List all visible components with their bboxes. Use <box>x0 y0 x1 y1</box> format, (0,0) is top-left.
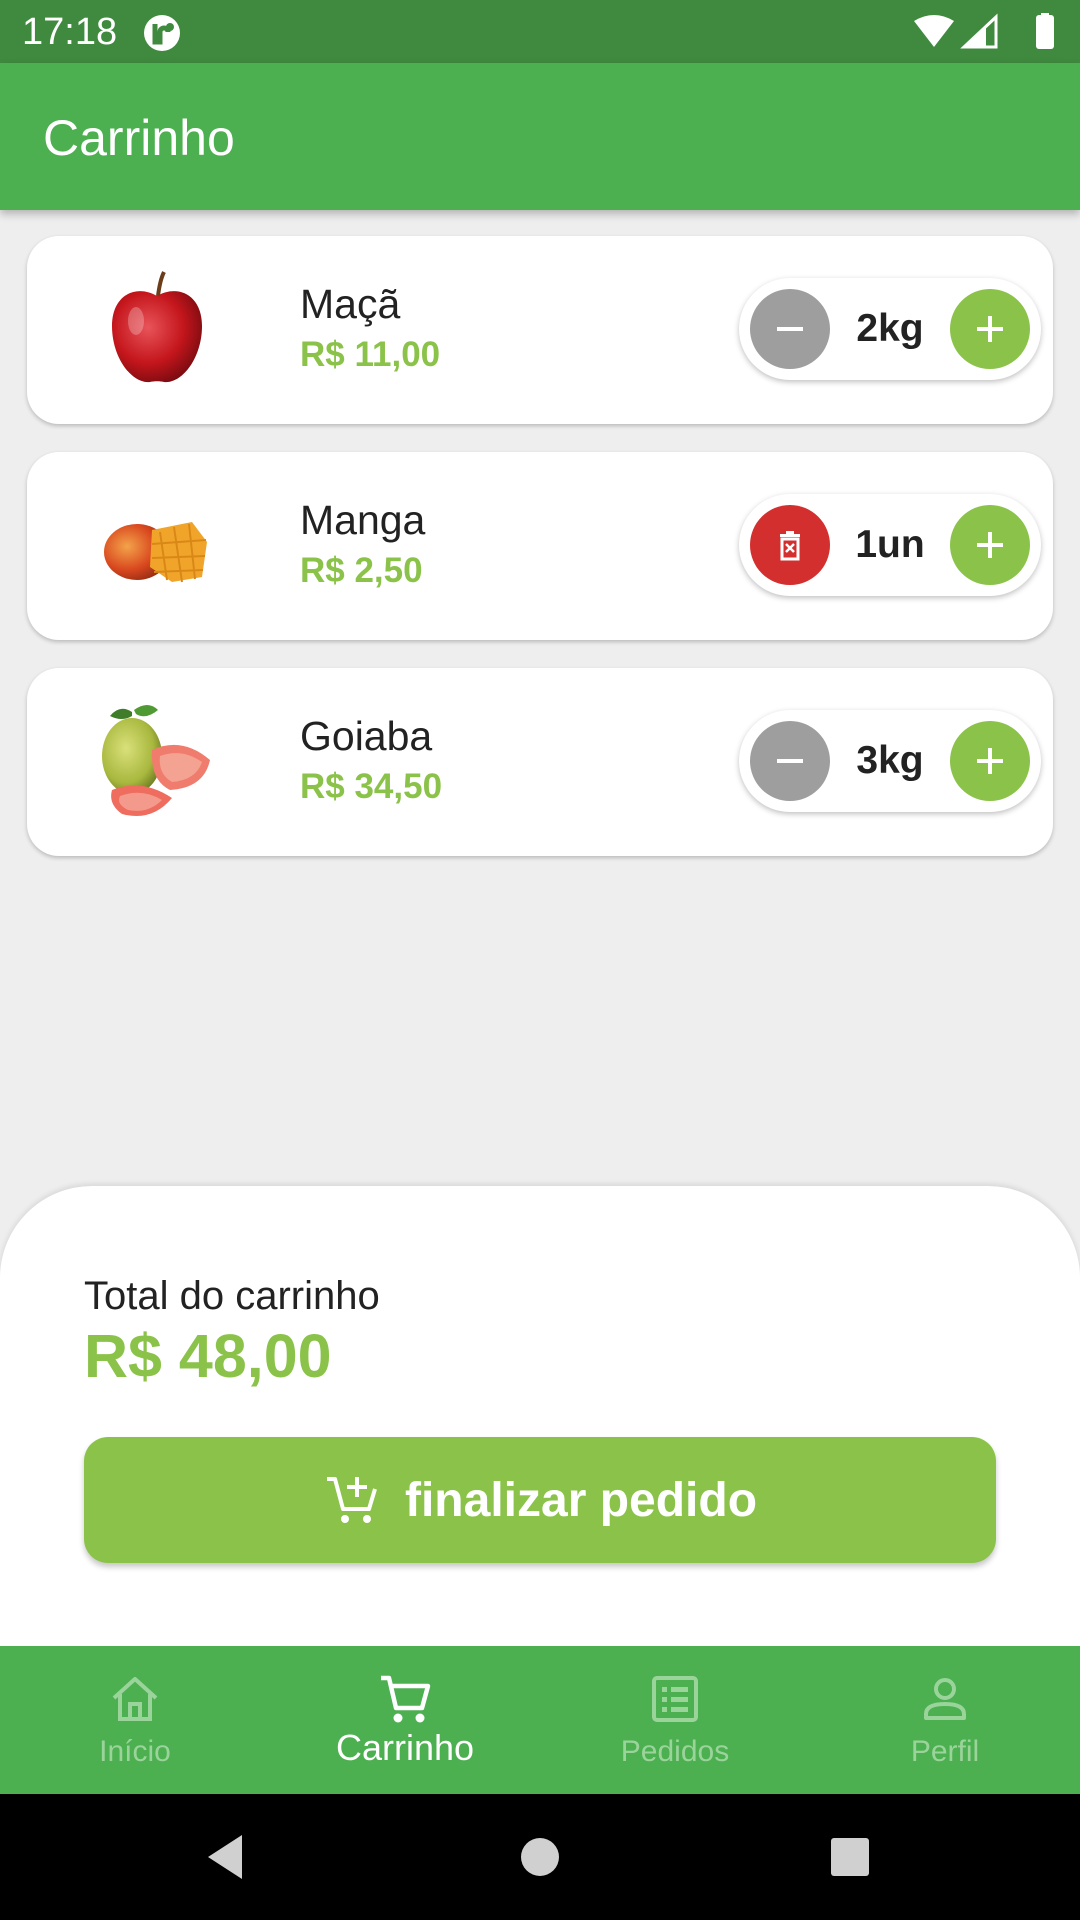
increment-button[interactable] <box>950 721 1030 801</box>
quantity-value: 1un <box>855 523 925 566</box>
guava-image <box>102 705 210 816</box>
item-price: R$ 2,50 <box>300 551 423 590</box>
nav-item-inicio[interactable]: Início <box>0 1646 270 1794</box>
minus-icon <box>777 759 803 763</box>
increment-button[interactable] <box>950 289 1030 369</box>
item-name: Maçã <box>300 281 401 327</box>
decrement-button[interactable] <box>750 289 830 369</box>
plus-icon <box>977 748 1003 774</box>
quantity-stepper: 3kg <box>739 710 1041 812</box>
item-name: Goiaba <box>300 713 433 759</box>
cart-icon <box>381 1675 431 1723</box>
item-price: R$ 34,50 <box>300 767 443 806</box>
item-price: R$ 11,00 <box>300 335 441 374</box>
back-icon[interactable] <box>198 1829 254 1885</box>
cart-item: Goiaba R$ 34,50 3kg <box>27 668 1053 856</box>
plus-icon <box>977 532 1003 558</box>
total-value: R$ 48,00 <box>84 1322 332 1390</box>
list-icon <box>652 1676 698 1722</box>
nav-label: Pedidos <box>620 1735 730 1768</box>
cart-item: Maçã R$ 11,00 2kg <box>27 236 1053 424</box>
status-time: 17:18 <box>22 11 118 53</box>
cart-summary-panel: Total do carrinho R$ 48,00 finalizar ped… <box>0 1186 1080 1646</box>
decrement-button[interactable] <box>750 721 830 801</box>
person-icon <box>924 1678 966 1720</box>
page-title: Carrinho <box>43 110 235 166</box>
nav-label: Carrinho <box>335 1727 475 1768</box>
trash-icon <box>780 531 800 561</box>
status-indicators-icon <box>914 13 1054 49</box>
home-icon <box>112 1677 158 1721</box>
system-navigation-bar <box>0 1794 1080 1920</box>
status-bar: 17:18 <box>0 0 1080 63</box>
total-label: Total do carrinho <box>84 1274 380 1318</box>
nav-item-pedidos[interactable]: Pedidos <box>540 1646 810 1794</box>
item-name: Manga <box>300 497 426 543</box>
increment-button[interactable] <box>950 505 1030 585</box>
quantity-stepper: 1un <box>739 494 1041 596</box>
recents-icon[interactable] <box>822 1829 878 1885</box>
home-circle-icon[interactable] <box>512 1829 568 1885</box>
apple-image <box>112 271 202 383</box>
nav-label: Início <box>99 1735 171 1768</box>
quantity-value: 2kg <box>856 307 924 350</box>
nav-item-perfil[interactable]: Perfil <box>810 1646 1080 1794</box>
plus-icon <box>977 316 1003 342</box>
add-cart-icon <box>326 1477 377 1523</box>
checkout-label: finalizar pedido <box>404 1473 758 1527</box>
app-notification-icon <box>144 15 180 51</box>
app-bar: Carrinho <box>0 63 1080 210</box>
cart-list: Maçã R$ 11,00 2kg Manga R$ 2,50 1un Goia… <box>27 236 1053 884</box>
quantity-value: 3kg <box>856 739 924 782</box>
nav-item-carrinho[interactable]: Carrinho <box>270 1646 540 1794</box>
minus-icon <box>777 327 803 331</box>
quantity-stepper: 2kg <box>739 278 1041 380</box>
mango-image <box>104 522 207 583</box>
cart-item: Manga R$ 2,50 1un <box>27 452 1053 640</box>
bottom-navigation: Início Carrinho Pedidos Perfil <box>0 1646 1080 1794</box>
checkout-button[interactable]: finalizar pedido <box>84 1437 996 1563</box>
delete-button[interactable] <box>750 505 830 585</box>
nav-label: Perfil <box>910 1735 980 1768</box>
